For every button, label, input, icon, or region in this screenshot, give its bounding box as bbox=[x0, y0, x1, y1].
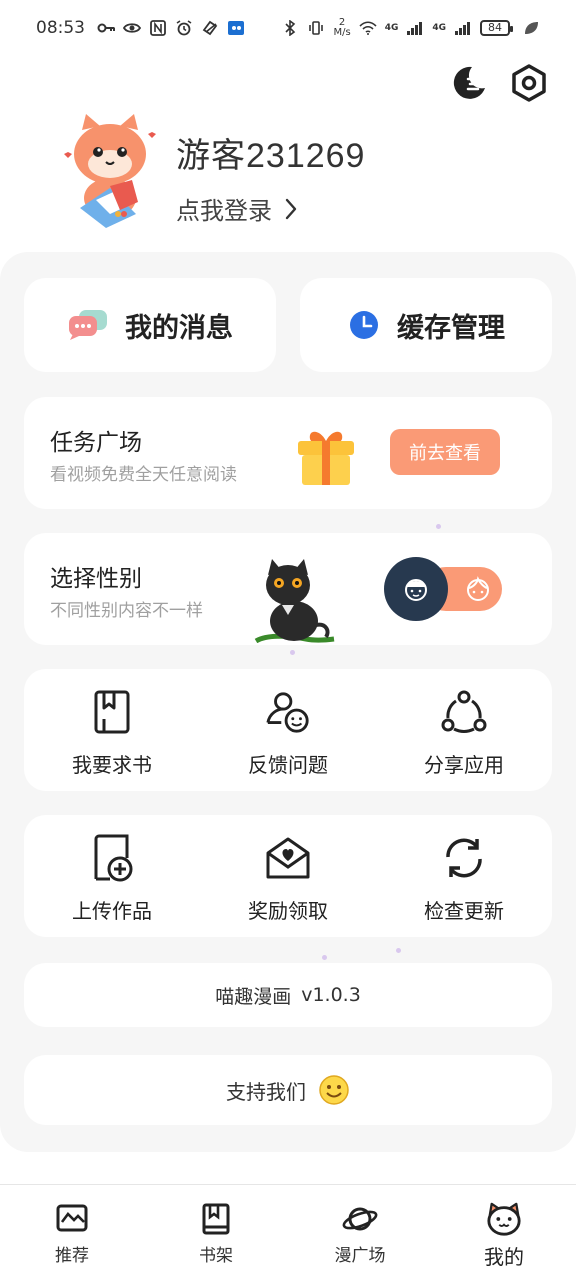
decor-dot bbox=[436, 524, 441, 529]
book-request-button[interactable]: 我要求书 bbox=[24, 669, 200, 791]
profile-text: 游客231269 点我登录 bbox=[176, 128, 365, 226]
decor-dot bbox=[290, 650, 295, 655]
tools-grid-1: 我要求书 反馈问题 分享应用 bbox=[24, 669, 552, 791]
upload-icon bbox=[88, 833, 136, 883]
status-bar: 08:53 2 M/s 4G 4G 84 bbox=[0, 0, 576, 56]
check-update-button[interactable]: 检查更新 bbox=[376, 815, 552, 937]
app-name: 喵趣漫画 bbox=[215, 985, 292, 1008]
username: 游客231269 bbox=[176, 137, 366, 175]
share-app-button[interactable]: 分享应用 bbox=[376, 669, 552, 791]
theme-moon-icon[interactable] bbox=[450, 64, 488, 102]
bottom-navigation: 推荐 书架 漫广场 我的 bbox=[0, 1184, 576, 1280]
nav-recommend-label: 推荐 bbox=[55, 1246, 89, 1266]
alarm-icon bbox=[176, 20, 192, 36]
profile-header: 游客231269 点我登录 bbox=[60, 110, 365, 230]
feedback-button[interactable]: 反馈问题 bbox=[200, 669, 376, 791]
login-link[interactable]: 点我登录 bbox=[176, 191, 365, 226]
nav-comic-plaza-label: 漫广场 bbox=[334, 1246, 386, 1266]
decor-dot bbox=[396, 948, 401, 953]
support-us-button[interactable]: 支持我们 bbox=[24, 1055, 552, 1125]
my-messages-label: 我的消息 bbox=[125, 312, 233, 344]
app-version: v1.0.3 bbox=[301, 984, 361, 1006]
network-type-1: 4G bbox=[384, 23, 399, 33]
decor-dot bbox=[322, 955, 327, 960]
eye-icon bbox=[123, 23, 141, 33]
cat-face-icon bbox=[486, 1201, 522, 1237]
bluetooth-icon bbox=[285, 20, 296, 36]
nav-bookshelf[interactable]: 书架 bbox=[144, 1185, 288, 1280]
nav-comic-plaza[interactable]: 漫广场 bbox=[288, 1185, 432, 1280]
cache-management-label: 缓存管理 bbox=[397, 312, 505, 344]
gender-subtitle: 不同性别内容不一样 bbox=[50, 601, 203, 621]
battery-indicator: 84 bbox=[480, 20, 513, 36]
share-icon bbox=[440, 687, 488, 737]
status-left: 08:53 bbox=[36, 18, 245, 38]
gender-title: 选择性别 bbox=[50, 566, 142, 592]
task-plaza-card[interactable]: 任务广场 看视频免费全天任意阅读 前去查看 bbox=[24, 397, 552, 509]
reward-claim-label: 奖励领取 bbox=[248, 899, 328, 923]
login-label: 点我登录 bbox=[176, 198, 272, 225]
planet-icon bbox=[342, 1201, 378, 1237]
gender-toggle[interactable] bbox=[384, 557, 504, 621]
nav-mine[interactable]: 我的 bbox=[432, 1185, 576, 1280]
wifi-icon bbox=[359, 21, 377, 35]
task-subtitle: 看视频免费全天任意阅读 bbox=[50, 465, 237, 485]
cache-management-card[interactable]: 缓存管理 bbox=[300, 278, 552, 372]
vibrate-icon bbox=[309, 21, 324, 35]
chat-bubbles-icon bbox=[69, 310, 107, 340]
status-time: 08:53 bbox=[36, 18, 85, 38]
status-right: 2 M/s 4G 4G 84 bbox=[281, 18, 540, 38]
leaf-icon bbox=[525, 22, 538, 34]
dnd-icon bbox=[202, 20, 218, 36]
version-info: 喵趣漫画 v1.0.3 bbox=[24, 963, 552, 1027]
net-speed: 2 M/s bbox=[333, 18, 350, 38]
my-messages-card[interactable]: 我的消息 bbox=[24, 278, 276, 372]
clock-icon bbox=[350, 311, 378, 339]
avatar[interactable] bbox=[60, 110, 160, 230]
key-icon bbox=[97, 23, 115, 33]
chevron-right-icon bbox=[285, 198, 297, 219]
feedback-icon bbox=[264, 687, 312, 737]
black-cat-illustration bbox=[254, 559, 335, 643]
upload-work-label: 上传作品 bbox=[72, 899, 152, 923]
support-us-label: 支持我们 bbox=[226, 1079, 306, 1104]
nav-bookshelf-label: 书架 bbox=[199, 1246, 233, 1266]
refresh-icon bbox=[440, 833, 488, 883]
network-type-2: 4G bbox=[432, 23, 446, 33]
bookshelf-icon bbox=[198, 1201, 234, 1237]
check-update-label: 检查更新 bbox=[424, 899, 504, 923]
net-speed-unit: M/s bbox=[333, 27, 351, 38]
gift-icon bbox=[298, 431, 354, 485]
reward-envelope-icon bbox=[264, 833, 312, 883]
go-view-button[interactable]: 前去查看 bbox=[390, 429, 500, 475]
share-app-label: 分享应用 bbox=[424, 753, 504, 777]
settings-icon[interactable] bbox=[510, 64, 548, 102]
task-title: 任务广场 bbox=[50, 430, 142, 456]
nfc-icon bbox=[150, 20, 166, 36]
tools-grid-2: 上传作品 奖励领取 检查更新 bbox=[24, 815, 552, 937]
upload-work-button[interactable]: 上传作品 bbox=[24, 815, 200, 937]
female-avatar-icon bbox=[460, 571, 496, 607]
app-notification-icon bbox=[228, 21, 244, 35]
male-avatar-icon bbox=[384, 557, 448, 621]
nav-recommend[interactable]: 推荐 bbox=[0, 1185, 144, 1280]
feedback-label: 反馈问题 bbox=[248, 753, 328, 777]
smiley-icon bbox=[319, 1075, 349, 1105]
reward-claim-button[interactable]: 奖励领取 bbox=[200, 815, 376, 937]
signal-2-icon bbox=[455, 22, 470, 35]
book-request-label: 我要求书 bbox=[72, 753, 152, 777]
gender-select-card: 选择性别 不同性别内容不一样 bbox=[24, 533, 552, 645]
nav-mine-label: 我的 bbox=[484, 1245, 524, 1269]
signal-1-icon bbox=[407, 22, 423, 35]
book-request-icon bbox=[88, 687, 136, 737]
recommend-icon bbox=[54, 1201, 90, 1237]
top-actions bbox=[450, 64, 548, 102]
